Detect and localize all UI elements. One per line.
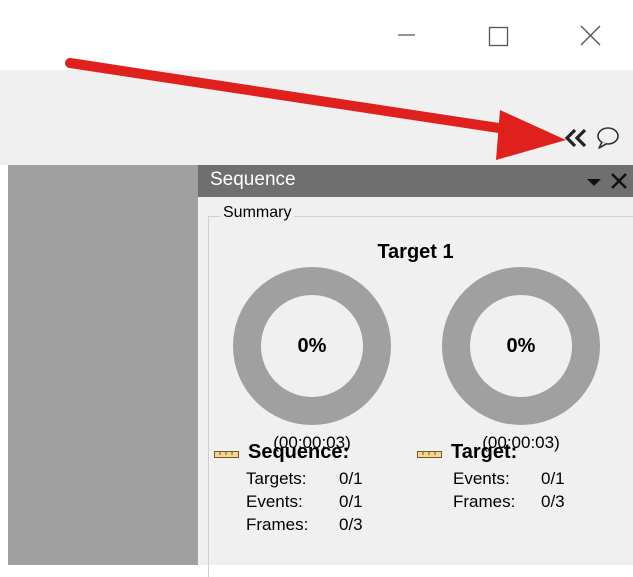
dropdown-arrow-icon[interactable] (584, 173, 604, 191)
sequence-heading: Sequence: (248, 441, 350, 463)
window-titlebar (0, 0, 633, 70)
maximize-icon[interactable] (477, 10, 523, 56)
panel-header: Sequence (198, 165, 633, 197)
close-icon[interactable] (608, 170, 630, 192)
left-pane (8, 165, 198, 565)
toolbar (0, 70, 633, 165)
sequence-frames-value: 0/3 (339, 515, 363, 534)
panel-title: Sequence (210, 169, 296, 190)
sequence-events-label: Events: (246, 492, 303, 511)
target-title: Target 1 (377, 241, 454, 263)
sequence-targets-label: Targets: (246, 469, 307, 488)
toolbar-icons (563, 125, 627, 151)
sequence-events-value: 0/1 (339, 492, 363, 511)
target-percent: 0% (506, 335, 536, 357)
target-events-label: Events: (453, 469, 510, 488)
close-icon[interactable] (569, 10, 615, 56)
left-edge (0, 165, 8, 565)
sequence-percent: 0% (297, 335, 327, 357)
speech-bubble-icon[interactable] (595, 126, 621, 150)
sequence-progress-gauge: 0% (232, 266, 392, 426)
target-progress-gauge: 0% (441, 266, 601, 426)
target-frames-label: Frames: (453, 492, 516, 511)
summary-label: Summary (220, 204, 295, 222)
ruler-icon (417, 451, 442, 458)
minimize-icon[interactable] (383, 10, 429, 56)
double-chevron-left-icon[interactable] (563, 127, 593, 149)
target-heading: Target: (451, 441, 518, 463)
sequence-panel: Sequence Summary Target 1 0% 0% (00:00:0… (198, 165, 633, 577)
ruler-icon (214, 451, 239, 458)
sequence-frames-label: Frames: (246, 515, 309, 534)
target-events-value: 0/1 (541, 469, 565, 488)
sequence-targets-value: 0/1 (339, 469, 363, 488)
target-frames-value: 0/3 (541, 492, 565, 511)
